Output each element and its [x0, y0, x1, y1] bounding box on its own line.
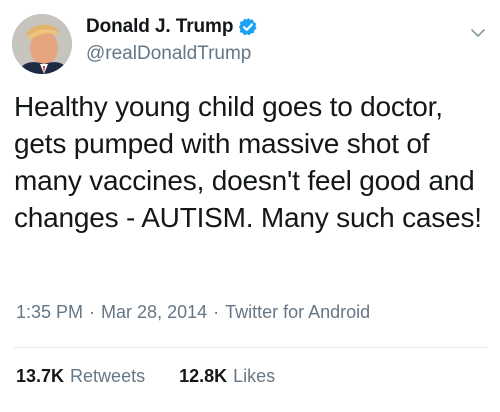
retweets-label: Retweets: [70, 366, 146, 386]
avatar[interactable]: [12, 14, 72, 74]
retweets-stat[interactable]: 13.7K Retweets: [16, 366, 145, 387]
likes-count: 12.8K: [179, 366, 228, 386]
tweet-text: Healthy young child goes to doctor, gets…: [14, 91, 482, 233]
verified-badge-icon: [238, 17, 258, 37]
tweet-stats: 13.7K Retweets 12.8K Likes: [16, 366, 275, 387]
likes-stat[interactable]: 12.8K Likes: [179, 366, 275, 387]
tweet-card: Donald J. Trump @realDonaldTrump Healthy…: [0, 0, 500, 412]
chevron-down-icon[interactable]: [469, 24, 487, 42]
tweet-time[interactable]: 1:35 PM: [16, 302, 83, 323]
author-name-row: Donald J. Trump: [86, 16, 258, 38]
tweet-meta: 1:35 PM · Mar 28, 2014 · Twitter for And…: [16, 302, 370, 323]
meta-separator: ·: [213, 302, 220, 322]
author-handle[interactable]: @realDonaldTrump: [86, 43, 251, 65]
retweets-count: 13.7K: [16, 366, 65, 386]
likes-label: Likes: [233, 366, 276, 386]
meta-separator: ·: [89, 302, 96, 322]
tweet-date[interactable]: Mar 28, 2014: [101, 302, 207, 323]
author-display-name[interactable]: Donald J. Trump: [86, 16, 233, 38]
tweet-source[interactable]: Twitter for Android: [225, 302, 370, 323]
divider: [14, 347, 488, 348]
